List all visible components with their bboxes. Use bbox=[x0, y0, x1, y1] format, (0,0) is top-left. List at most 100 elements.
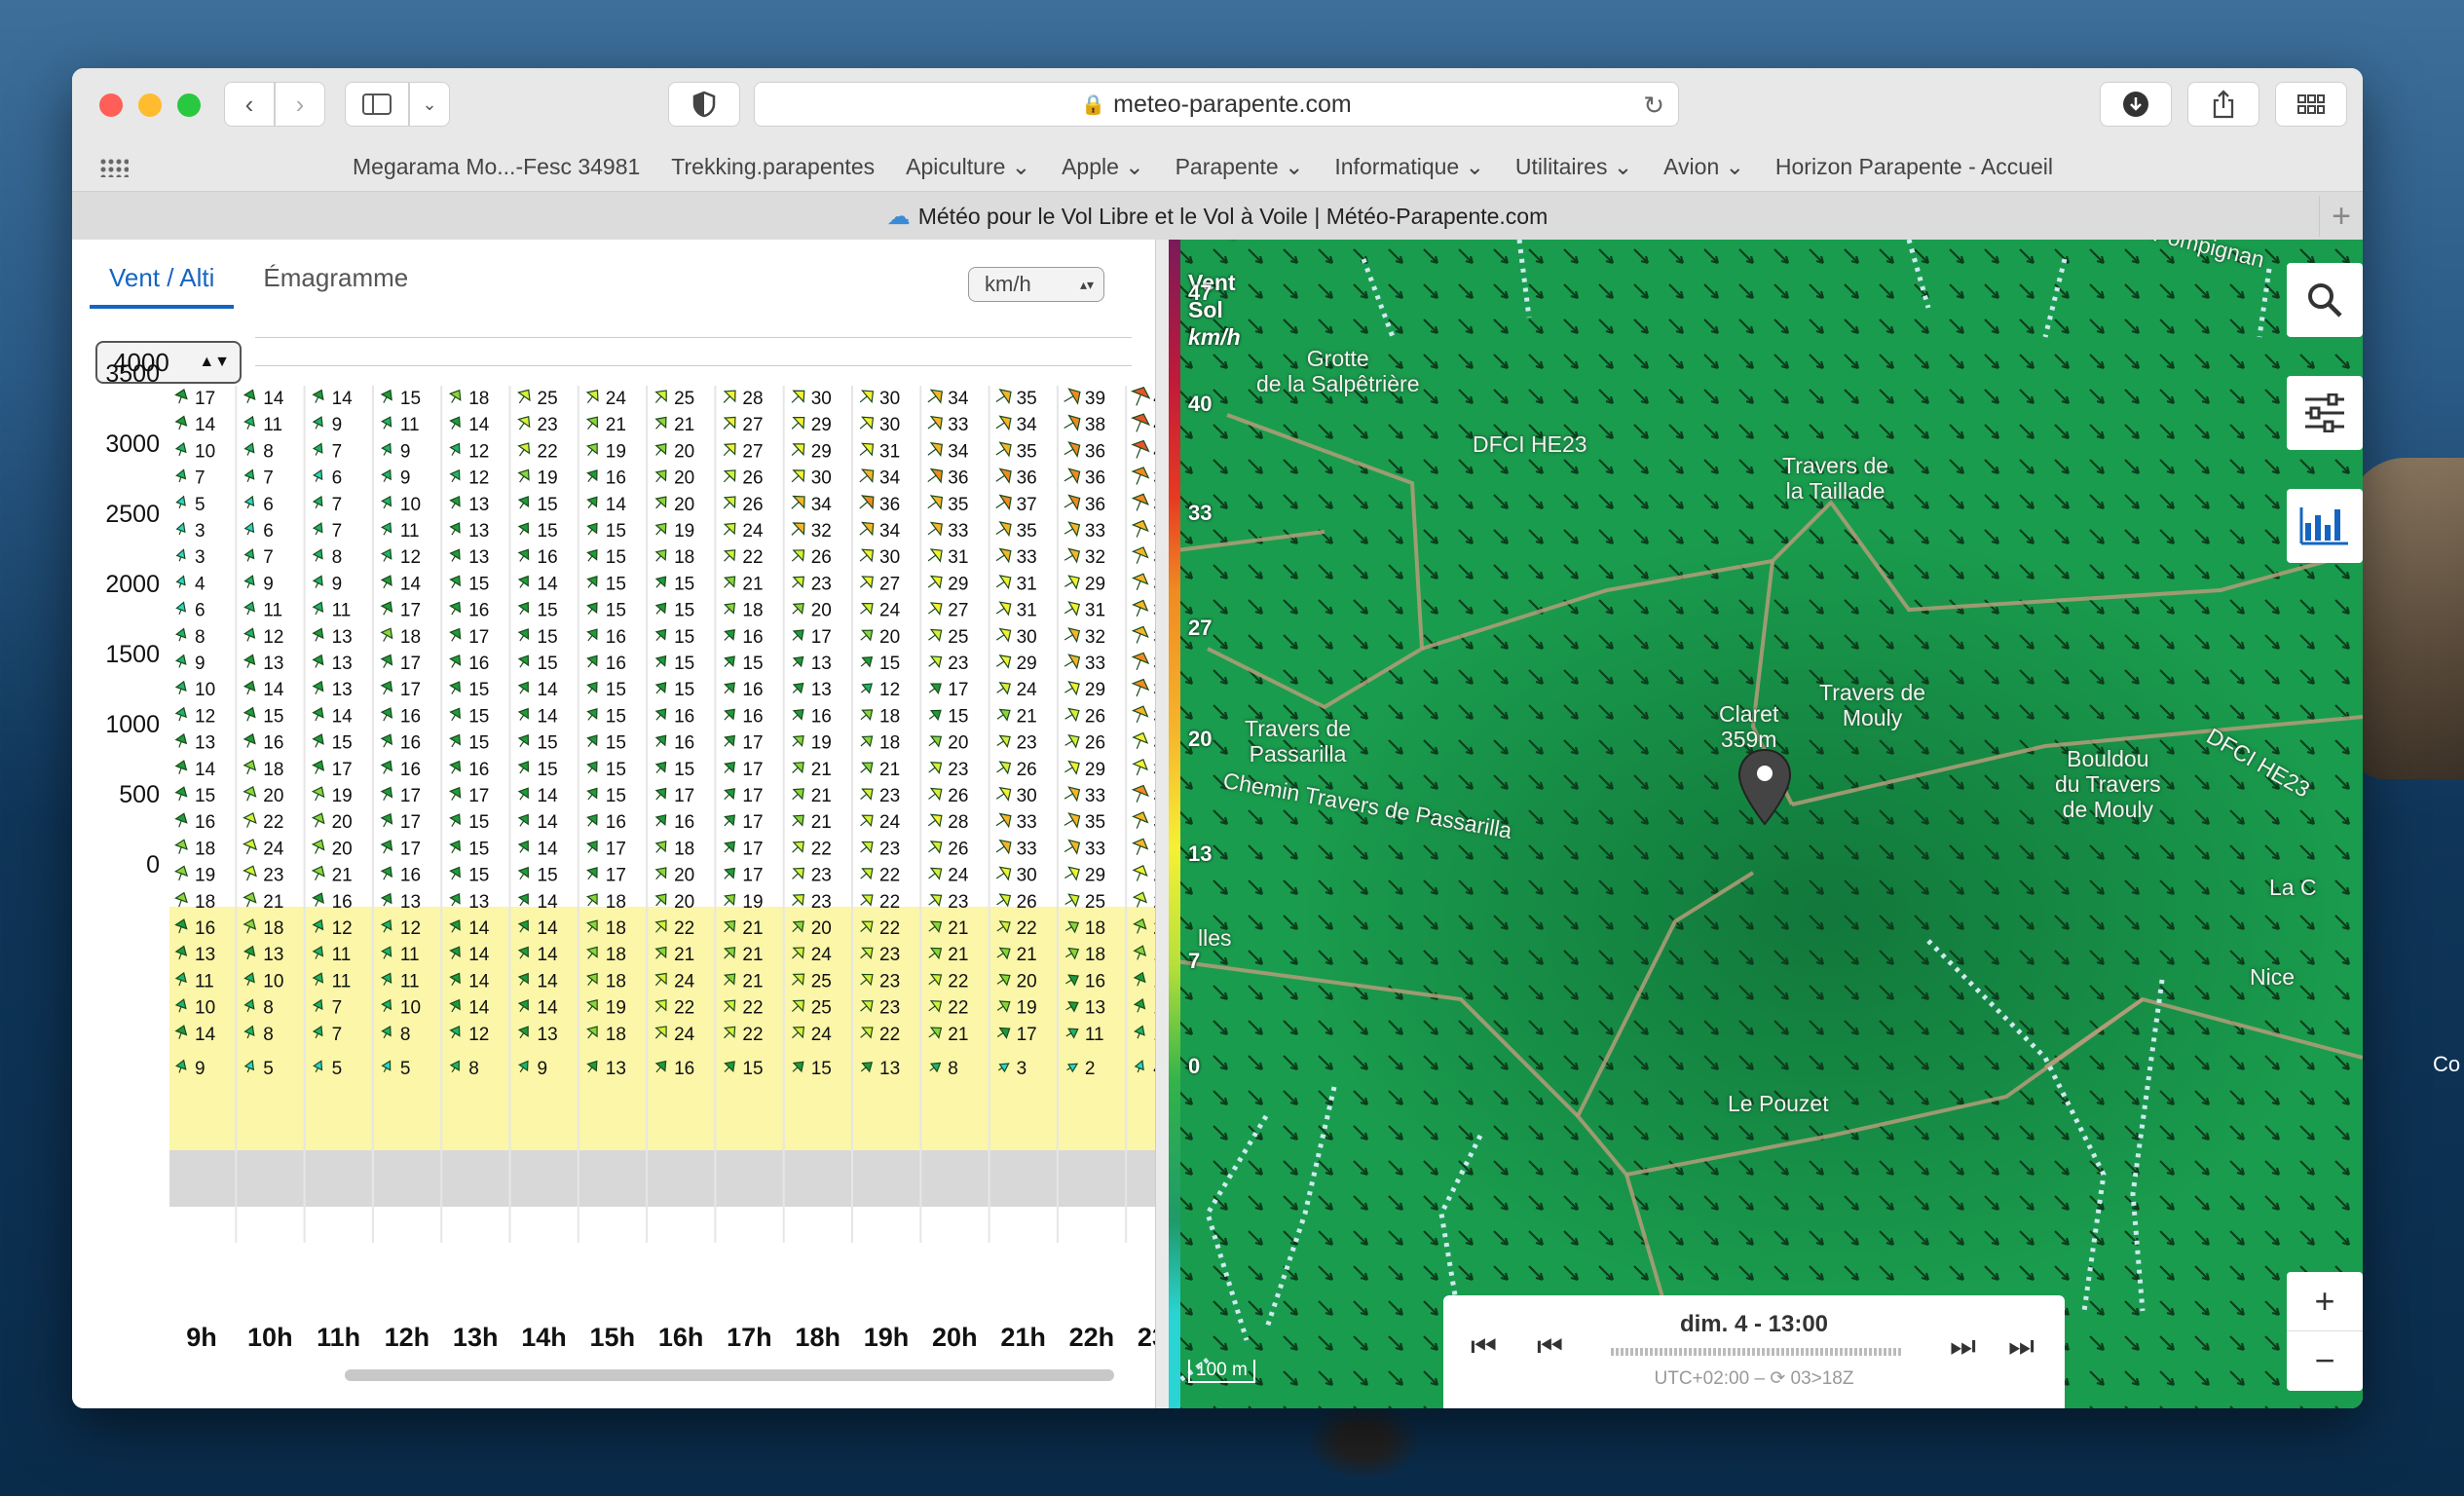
wind-speed-value: 21 bbox=[742, 971, 763, 991]
skip-to-end-button[interactable]: ⏭ bbox=[2008, 1330, 2035, 1364]
wind-speed-value: 17 bbox=[742, 812, 763, 833]
wind-speed-value: 15 bbox=[538, 760, 558, 780]
favorite-item[interactable]: Avion ⌄ bbox=[1663, 154, 1744, 180]
address-bar[interactable]: 🔒 meteo-parapente.com ↻ bbox=[754, 82, 1679, 127]
wind-speed-value: 39 bbox=[1085, 389, 1105, 409]
time-slider[interactable] bbox=[1611, 1348, 1903, 1356]
wind-speed-value: 13 bbox=[263, 945, 283, 965]
time-ruler bbox=[255, 337, 1132, 366]
wind-speed-value: 20 bbox=[674, 866, 694, 886]
wind-speed-value: 38 bbox=[1085, 415, 1105, 435]
wind-speed-value: 16 bbox=[742, 706, 763, 727]
wind-speed-value: 36 bbox=[948, 468, 968, 489]
tab-overview-button[interactable] bbox=[2275, 82, 2347, 127]
wind-speed-value: 16 bbox=[400, 706, 421, 727]
zoom-out-button[interactable]: − bbox=[2287, 1331, 2363, 1390]
horizontal-scrollbar[interactable] bbox=[345, 1369, 1114, 1381]
reload-icon[interactable]: ↻ bbox=[1643, 91, 1664, 121]
zoom-in-button[interactable]: + bbox=[2287, 1272, 2363, 1331]
wind-speed-value: 16 bbox=[468, 654, 489, 674]
wind-speed-value: 25 bbox=[538, 389, 558, 409]
zoom-window-button[interactable] bbox=[177, 94, 201, 117]
wind-speed-value: 17 bbox=[468, 627, 489, 648]
wind-speed-value: 10 bbox=[195, 680, 215, 700]
wind-speed-value: 14 bbox=[538, 786, 559, 806]
tab-vent-alti[interactable]: Vent / Alti bbox=[90, 263, 235, 309]
map-place-label: Claret 359m bbox=[1719, 701, 1779, 752]
chevron-down-icon: ⌄ bbox=[422, 94, 437, 114]
minimize-window-button[interactable] bbox=[138, 94, 162, 117]
step-forward-button[interactable]: ⏭ bbox=[1950, 1330, 1976, 1364]
wind-speed-value: 23 bbox=[879, 971, 900, 991]
wind-speed-value: 12 bbox=[400, 547, 421, 568]
wind-speed-value: 18 bbox=[400, 627, 421, 648]
favorite-item[interactable]: Trekking.parapentes bbox=[671, 154, 875, 180]
favorite-item[interactable]: Apple ⌄ bbox=[1062, 154, 1144, 180]
wind-speed-value: 33 bbox=[948, 415, 968, 435]
wind-speed-value: 14 bbox=[263, 389, 284, 409]
map-chart-button[interactable] bbox=[2287, 489, 2363, 563]
wind-speed-value: 35 bbox=[1017, 441, 1037, 462]
wind-speed-value: 9 bbox=[538, 1059, 548, 1079]
tab-bar[interactable]: ☁ Météo pour le Vol Libre et le Vol à Vo… bbox=[72, 191, 2363, 241]
step-back-button[interactable]: ⏮ bbox=[1537, 1330, 1563, 1364]
sidebar-menu-button[interactable]: ⌄ bbox=[409, 82, 450, 127]
favorite-item[interactable]: Megarama Mo...-Fesc 34981 bbox=[353, 154, 640, 180]
legend-tick-label: 47 bbox=[1188, 280, 1213, 305]
wind-speed-value: 21 bbox=[1017, 706, 1037, 727]
wind-speed-value: 20 bbox=[811, 601, 832, 621]
new-tab-button[interactable]: + bbox=[2319, 196, 2363, 237]
close-window-button[interactable] bbox=[99, 94, 123, 117]
back-button[interactable]: ‹ bbox=[224, 82, 275, 127]
favorite-item[interactable]: Informatique ⌄ bbox=[1334, 154, 1484, 180]
unit-select[interactable]: km/h ▴▾ bbox=[968, 267, 1104, 302]
wind-speed-value: 26 bbox=[1085, 706, 1105, 727]
wind-speed-value: 20 bbox=[674, 495, 694, 515]
wind-speed-value: 16 bbox=[538, 547, 558, 568]
wind-speed-value: 16 bbox=[468, 760, 489, 780]
updown-icon: ▲▼ bbox=[199, 354, 230, 370]
downloads-button[interactable] bbox=[2100, 82, 2172, 127]
privacy-shield-button[interactable] bbox=[668, 82, 740, 127]
favorite-item[interactable]: Utilitaires ⌄ bbox=[1515, 154, 1632, 180]
map-place-label: Travers de Mouly bbox=[1819, 680, 1926, 730]
favorite-item[interactable]: Apiculture ⌄ bbox=[906, 154, 1030, 180]
favorite-item[interactable]: Parapente ⌄ bbox=[1176, 154, 1304, 180]
location-pin-icon[interactable] bbox=[1736, 746, 1794, 828]
wind-speed-value: 17 bbox=[811, 627, 832, 648]
panel-divider[interactable] bbox=[1155, 240, 1170, 1408]
wind-speed-value: 34 bbox=[1017, 415, 1038, 435]
map-view[interactable]: Grotte de la Salpêtrière DFCI HE23 Travers… bbox=[1169, 240, 2363, 1408]
map-settings-button[interactable] bbox=[2287, 376, 2363, 450]
wind-speed-value: 10 bbox=[400, 998, 421, 1019]
wind-speed-value: 25 bbox=[1085, 892, 1105, 913]
wind-speed-value: 22 bbox=[263, 812, 283, 833]
wind-speed-value: 25 bbox=[674, 389, 694, 409]
lock-icon: 🔒 bbox=[1081, 94, 1106, 116]
favorite-item[interactable]: Horizon Parapente - Accueil bbox=[1775, 154, 2053, 180]
map-search-button[interactable] bbox=[2287, 263, 2363, 337]
wind-speed-value: 21 bbox=[674, 415, 694, 435]
wind-altitude-chart[interactable]: 1714141518252425283030343539451411911142… bbox=[169, 386, 1202, 1243]
tab-emagramme[interactable]: Émagramme bbox=[243, 263, 428, 309]
forward-button[interactable]: › bbox=[275, 82, 325, 127]
wind-speed-value: 14 bbox=[332, 706, 354, 727]
x-axis-hour: 11h bbox=[317, 1323, 361, 1352]
tab-title: Météo pour le Vol Libre et le Vol à Voil… bbox=[917, 203, 1549, 229]
wind-speed-value: 20 bbox=[811, 918, 832, 939]
wind-speed-value: 15 bbox=[468, 866, 489, 886]
wind-speed-value: 30 bbox=[879, 415, 900, 435]
wind-speed-value: 18 bbox=[606, 1025, 626, 1045]
map-place-label: Nice bbox=[2250, 964, 2296, 990]
skip-to-start-button[interactable]: ⏮ bbox=[1471, 1330, 1497, 1364]
favorites-grid-icon[interactable] bbox=[99, 158, 129, 177]
sidebar-button[interactable] bbox=[345, 82, 409, 127]
wind-speed-value: 8 bbox=[948, 1059, 958, 1079]
y-axis-label: 3000 bbox=[105, 430, 160, 458]
wind-speed-value: 17 bbox=[606, 866, 626, 886]
share-button[interactable] bbox=[2187, 82, 2259, 127]
url-text: meteo-parapente.com bbox=[1113, 90, 1352, 118]
wind-speed-value: 18 bbox=[606, 918, 626, 939]
wind-speed-value: 6 bbox=[263, 521, 274, 542]
wind-speed-value: 21 bbox=[742, 574, 763, 594]
